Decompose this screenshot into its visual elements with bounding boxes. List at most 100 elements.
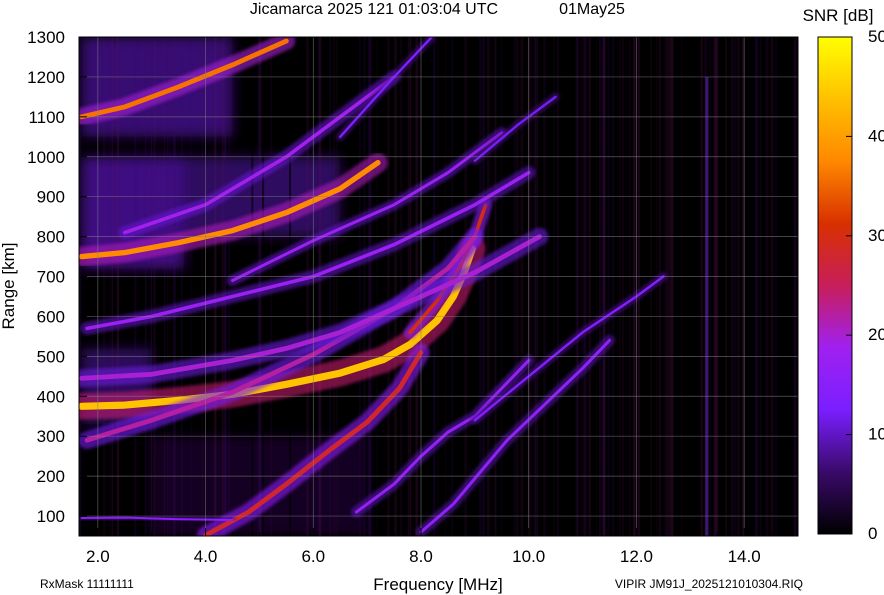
- streak: [584, 37, 587, 536]
- streak: [520, 37, 524, 536]
- x-tick-label: 14.0: [728, 547, 761, 566]
- y-tick-label: 700: [37, 268, 65, 287]
- y-tick-label: 1200: [27, 68, 65, 87]
- y-tick-label: 1000: [27, 148, 65, 167]
- streak: [553, 37, 555, 536]
- chart-title: Jicamarca 2025 121 01:03:04 UTC: [250, 1, 498, 18]
- streak: [368, 37, 371, 536]
- streak: [755, 37, 759, 536]
- streak: [227, 37, 231, 536]
- x-tick-label: 2.0: [86, 547, 110, 566]
- streak: [144, 37, 147, 536]
- streak: [737, 37, 740, 536]
- x-axis-title: Frequency [MHz]: [373, 575, 502, 594]
- streak: [626, 37, 628, 536]
- streak: [136, 37, 138, 536]
- streak: [576, 37, 579, 536]
- streak: [621, 37, 625, 536]
- streak: [657, 37, 661, 536]
- colorbar-gradient: [817, 36, 853, 535]
- streak: [387, 37, 390, 536]
- streak: [665, 37, 669, 536]
- streak: [793, 37, 796, 536]
- streak: [668, 37, 671, 536]
- y-tick-label: 1100: [28, 108, 65, 127]
- chart-date: 01May25: [559, 1, 625, 18]
- colorbar-tick-label: 10: [868, 425, 884, 444]
- y-tick-label: 600: [37, 307, 65, 326]
- x-tick-label: 6.0: [301, 547, 325, 566]
- y-tick-label: 500: [37, 347, 65, 366]
- x-tick-label: 4.0: [194, 547, 218, 566]
- y-tick-label: 200: [37, 467, 65, 486]
- rxmask-label: RxMask 11111111: [40, 577, 134, 591]
- colorbar: SNR [dB] 0 10 20 30 40 50: [803, 6, 884, 543]
- streak: [201, 37, 204, 536]
- streak: [400, 37, 403, 536]
- y-tick-label: 1300: [27, 28, 65, 47]
- streak: [556, 37, 559, 536]
- streak: [588, 37, 592, 536]
- streak: [514, 37, 516, 536]
- streak: [716, 37, 719, 536]
- streak: [670, 37, 674, 536]
- streak: [680, 37, 683, 536]
- x-tick-label: 8.0: [409, 547, 433, 566]
- colorbar-tick-label: 50: [868, 27, 884, 46]
- colorbar-tick-label: 40: [868, 126, 884, 145]
- streak: [607, 37, 610, 536]
- colorbar-tick-label: 30: [868, 226, 884, 245]
- streak: [478, 37, 482, 536]
- y-tick-label: 900: [37, 188, 65, 207]
- y-axis: 100 200 300 400 500 600 700 800 900 1000 1100 1200 1…: [27, 28, 87, 526]
- y-tick-label: 100: [37, 507, 65, 526]
- y-tick-label: 400: [37, 387, 65, 406]
- streak: [180, 37, 183, 536]
- streak: [224, 37, 226, 536]
- streak: [637, 37, 640, 536]
- streak: [166, 37, 169, 536]
- streak: [725, 37, 727, 536]
- streak: [393, 37, 397, 536]
- colorbar-tick-label: 0: [868, 524, 877, 543]
- streak: [582, 37, 585, 536]
- streak-13mhz: [705, 77, 709, 536]
- streak: [774, 37, 778, 536]
- colorbar-tick-label: 20: [868, 325, 884, 344]
- streak: [611, 37, 615, 536]
- streak: [709, 37, 712, 536]
- file-label: VIPIR JM91J_2025121010304.RIQ: [615, 577, 803, 591]
- streak: [768, 37, 771, 536]
- streak: [713, 37, 715, 536]
- streak: [765, 37, 767, 536]
- streak: [164, 37, 166, 536]
- ionogram-chart: Jicamarca 2025 121 01:03:04 UTC 01May25 …: [0, 1, 884, 594]
- y-axis-title: Range [km]: [0, 243, 18, 330]
- dark-streak: [375, 37, 378, 536]
- streak: [543, 37, 547, 536]
- streak: [760, 37, 762, 536]
- streak: [596, 37, 598, 536]
- y-tick-label: 800: [37, 228, 65, 247]
- streak: [515, 37, 519, 536]
- streak: [628, 37, 631, 536]
- x-tick-label: 10.0: [512, 547, 545, 566]
- echo-trace: [79, 514, 236, 524]
- streak: [221, 37, 224, 536]
- streak: [633, 37, 636, 536]
- streak: [734, 37, 737, 536]
- streak: [599, 37, 601, 536]
- streak: [701, 37, 703, 536]
- streak: [619, 37, 621, 536]
- streak: [770, 37, 774, 536]
- streak: [153, 37, 156, 536]
- streak: [150, 37, 153, 536]
- streak: [601, 37, 605, 536]
- x-tick-label: 12.0: [620, 547, 653, 566]
- colorbar-title: SNR [dB]: [803, 6, 874, 25]
- streak: [190, 37, 193, 536]
- y-tick-label: 300: [37, 427, 65, 446]
- streak: [333, 37, 336, 536]
- streak: [173, 37, 176, 536]
- streak: [370, 37, 373, 536]
